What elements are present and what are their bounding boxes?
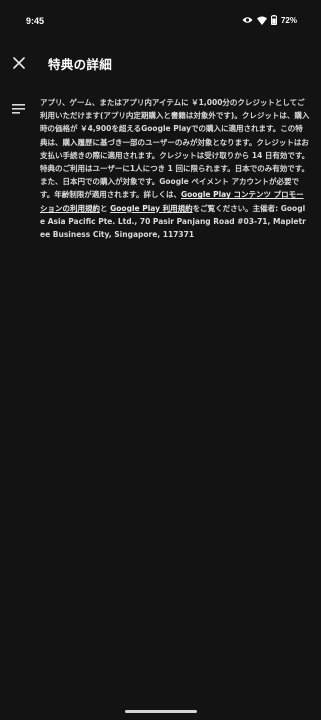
app-bar: 特典の詳細 (0, 44, 321, 84)
status-time: 9:45 (26, 16, 45, 26)
play-terms-link[interactable]: Google Play 利用規約 (110, 204, 193, 213)
close-button[interactable] (8, 52, 30, 74)
status-bar: 9:45 72% (0, 0, 321, 44)
details-text-part-1: アプリ、ゲーム、またはアプリ内アイテムに ￥1,000分のクレジットとしてご利用… (40, 98, 310, 200)
page-title: 特典の詳細 (48, 57, 113, 72)
home-indicator[interactable] (125, 710, 197, 713)
wifi-icon (256, 16, 267, 25)
status-icons: 72% (242, 15, 297, 25)
notes-icon (12, 100, 26, 114)
eye-icon (242, 16, 253, 24)
battery-icon (270, 15, 277, 25)
close-icon (13, 54, 25, 73)
battery-percent: 72% (280, 15, 297, 25)
details-text-part-2: と (100, 203, 111, 213)
details-text: アプリ、ゲーム、またはアプリ内アイテムに ￥1,000分のクレジットとしてご利用… (40, 96, 310, 241)
